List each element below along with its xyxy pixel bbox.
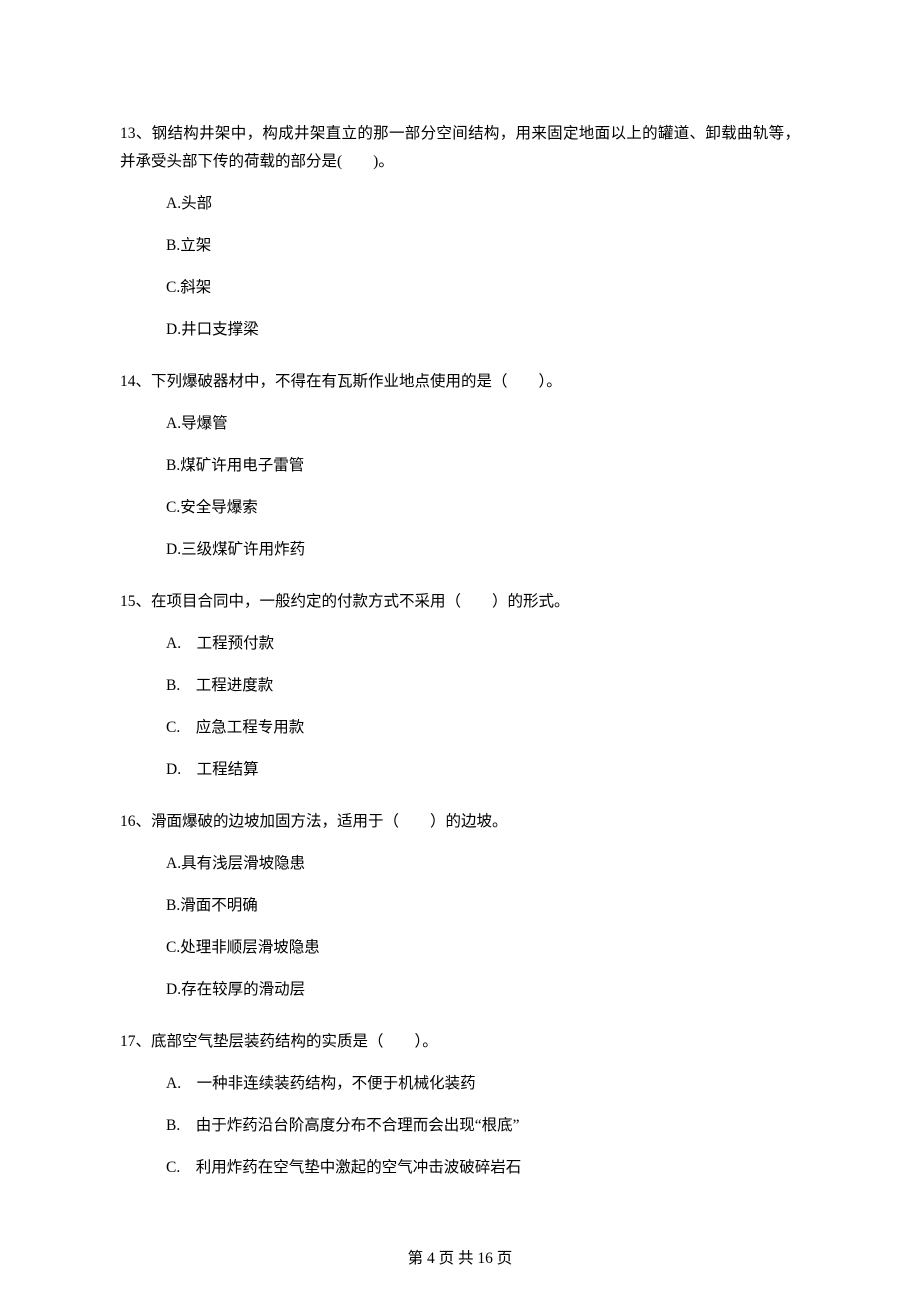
q13-option-a: A.头部: [166, 190, 800, 218]
q14-option-a: A.导爆管: [166, 410, 800, 438]
q17-option-a: A. 一种非连续装药结构，不便于机械化装药: [166, 1070, 800, 1098]
q17-option-b: B. 由于炸药沿台阶高度分布不合理而会出现“根底”: [166, 1112, 800, 1140]
question-14-text: 14、下列爆破器材中，不得在有瓦斯作业地点使用的是（ ）。: [120, 368, 800, 396]
q15-option-c: C. 应急工程专用款: [166, 714, 800, 742]
question-13-text: 13、钢结构井架中，构成井架直立的那一部分空间结构，用来固定地面以上的罐道、卸载…: [120, 120, 800, 176]
q14-option-b: B.煤矿许用电子雷管: [166, 452, 800, 480]
q16-option-d: D.存在较厚的滑动层: [166, 976, 800, 1004]
q17-option-c: C. 利用炸药在空气垫中激起的空气冲击波破碎岩石: [166, 1154, 800, 1182]
page-footer: 第 4 页 共 16 页: [0, 1246, 920, 1268]
q15-option-b: B. 工程进度款: [166, 672, 800, 700]
q16-option-a: A.具有浅层滑坡隐患: [166, 850, 800, 878]
q16-option-c: C.处理非顺层滑坡隐患: [166, 934, 800, 962]
q14-option-c: C.安全导爆索: [166, 494, 800, 522]
q16-option-b: B.滑面不明确: [166, 892, 800, 920]
question-16-text: 16、滑面爆破的边坡加固方法，适用于（ ）的边坡。: [120, 808, 800, 836]
q13-option-c: C.斜架: [166, 274, 800, 302]
q15-option-d: D. 工程结算: [166, 756, 800, 784]
exam-page: 13、钢结构井架中，构成井架直立的那一部分空间结构，用来固定地面以上的罐道、卸载…: [0, 0, 920, 1302]
q15-option-a: A. 工程预付款: [166, 630, 800, 658]
q13-option-d: D.井口支撑梁: [166, 316, 800, 344]
question-17-text: 17、底部空气垫层装药结构的实质是（ ）。: [120, 1028, 800, 1056]
question-15-text: 15、在项目合同中，一般约定的付款方式不采用（ ）的形式。: [120, 588, 800, 616]
q13-option-b: B.立架: [166, 232, 800, 260]
q14-option-d: D.三级煤矿许用炸药: [166, 536, 800, 564]
